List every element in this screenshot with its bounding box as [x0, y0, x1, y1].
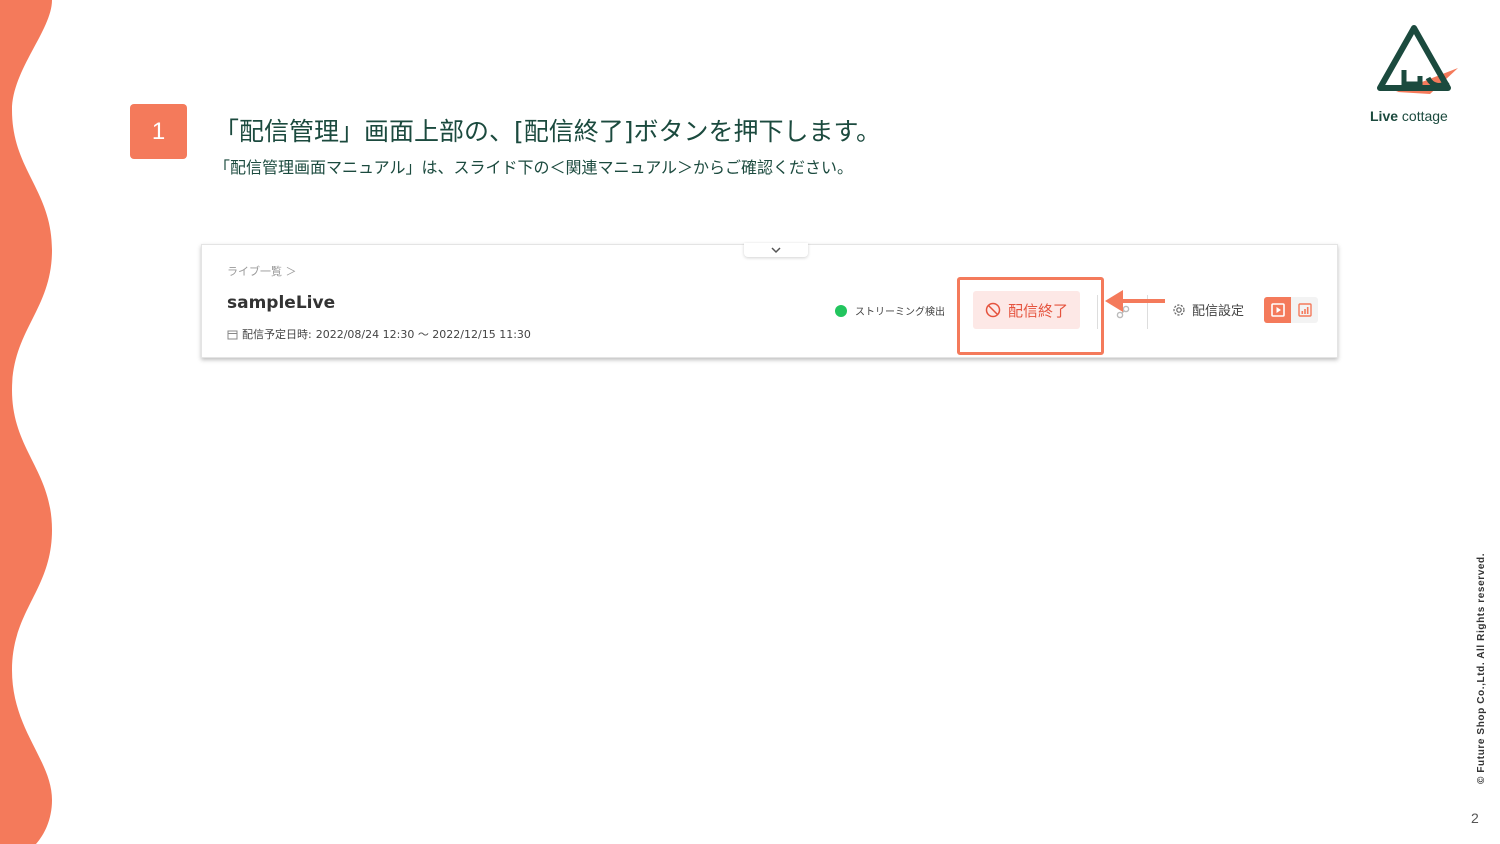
status-dot-icon — [835, 304, 847, 317]
pointer-arrow-icon — [1105, 290, 1165, 312]
live-name: sampleLive — [227, 293, 336, 313]
step-number: 1 — [151, 117, 166, 145]
collapse-toggle[interactable] — [744, 243, 808, 257]
schedule-value: 2022/08/24 12:30 〜 2022/12/15 11:30 — [315, 328, 531, 341]
highlight-box — [957, 277, 1104, 355]
status-text: ストリーミング検出 — [855, 307, 945, 318]
live-cottage-logo: Live cottage — [1368, 24, 1468, 128]
page-number: 2 — [1471, 810, 1479, 826]
streaming-status: ストリーミング検出 — [835, 303, 945, 318]
ui-screenshot-panel: ライブ一覧 ＞ sampleLive 配信予定日時: 2022/08/24 12… — [201, 243, 1338, 358]
calendar-icon — [227, 330, 238, 339]
chevron-down-icon — [771, 247, 781, 254]
logo-wordmark: Live cottage — [1370, 108, 1448, 124]
broadcast-settings-label: 配信設定 — [1192, 304, 1245, 319]
mountain-house-icon — [1377, 25, 1458, 94]
broadcast-settings-button[interactable]: 配信設定 — [1172, 300, 1244, 319]
chart-view-button[interactable] — [1291, 297, 1318, 323]
play-view-button[interactable] — [1264, 297, 1291, 323]
schedule-label: 配信予定日時: — [242, 328, 312, 341]
wave-decoration — [0, 0, 52, 844]
bar-chart-icon — [1297, 303, 1312, 317]
view-toggle — [1264, 297, 1318, 323]
copyright-text: © Future Shop Co.,Ltd. All Rights reserv… — [1476, 552, 1487, 784]
play-icon — [1270, 303, 1285, 317]
step-number-badge: 1 — [130, 104, 187, 159]
gear-icon — [1173, 303, 1185, 316]
schedule-row: 配信予定日時: 2022/08/24 12:30 〜 2022/12/15 11… — [227, 326, 531, 342]
logo-word-live: Live — [1370, 108, 1399, 124]
logo-word-cottage: cottage — [1398, 108, 1448, 124]
slide-subtitle: 「配信管理画面マニュアル」は、スライド下の＜関連マニュアル＞からご確認ください。 — [214, 158, 854, 177]
breadcrumb[interactable]: ライブ一覧 ＞ — [227, 263, 297, 279]
slide-title: 「配信管理」画面上部の、[配信終了]ボタンを押下します。 — [214, 117, 882, 146]
